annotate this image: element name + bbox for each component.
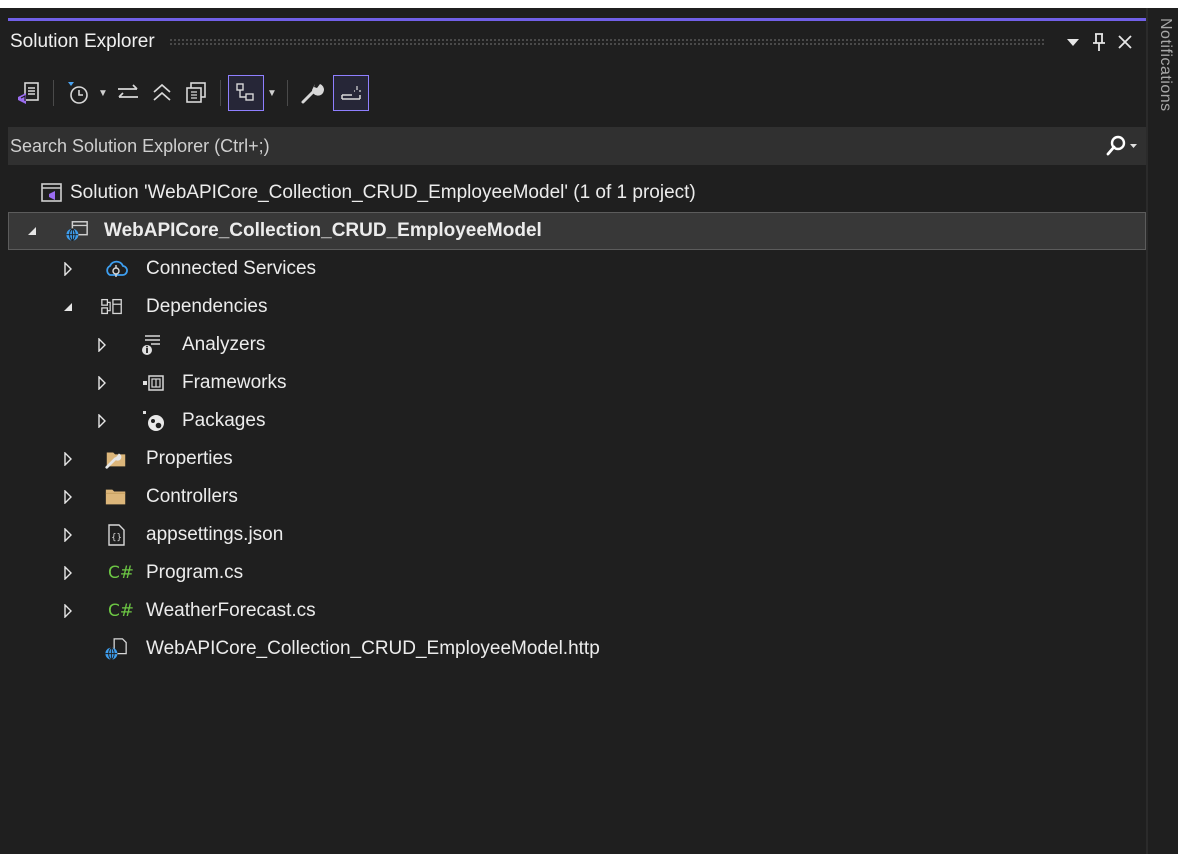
- tree-item-label: Frameworks: [182, 372, 287, 393]
- sync-with-active-document-icon[interactable]: [111, 75, 145, 111]
- tree-item-label: WebAPICore_Collection_CRUD_EmployeeModel…: [146, 638, 600, 659]
- collapsed-arrow-icon[interactable]: [61, 262, 75, 276]
- search-icon: [1106, 135, 1137, 156]
- tree-item-label: appsettings.json: [146, 524, 284, 545]
- panel-title: Solution Explorer: [10, 31, 155, 52]
- solution-tree: Solution 'WebAPICore_Collection_CRUD_Emp…: [8, 174, 1146, 668]
- csharp-file-icon: C#: [107, 563, 135, 583]
- tree-item-label: Analyzers: [182, 334, 266, 355]
- dependencies-icon: [100, 295, 124, 319]
- folder-icon: [104, 485, 128, 509]
- panel-toolbar: ▼ ▼: [8, 68, 1146, 118]
- search-input[interactable]: [8, 128, 1098, 164]
- tree-item-connected-services[interactable]: Connected Services: [8, 250, 1146, 288]
- tree-item-solution[interactable]: Solution 'WebAPICore_Collection_CRUD_Emp…: [8, 174, 1146, 212]
- tree-item-label: WeatherForecast.cs: [146, 600, 316, 621]
- json-file-icon: {}: [104, 523, 128, 547]
- toolbar-separator: [53, 80, 54, 106]
- expanded-arrow-icon[interactable]: [61, 300, 75, 314]
- panel-title-bar: Solution Explorer: [8, 21, 1146, 63]
- collapsed-arrow-icon[interactable]: [95, 338, 109, 352]
- collapsed-arrow-icon[interactable]: [61, 566, 75, 580]
- collapsed-arrow-icon[interactable]: [95, 376, 109, 390]
- chevron-down-icon[interactable]: ▼: [264, 88, 280, 99]
- close-icon[interactable]: [1112, 29, 1138, 55]
- title-drag-grip[interactable]: [168, 38, 1046, 46]
- tree-item-weatherforecast-cs[interactable]: C# WeatherForecast.cs: [8, 592, 1146, 630]
- tree-item-label: WebAPICore_Collection_CRUD_EmployeeModel: [104, 220, 542, 241]
- preview-selected-items-icon[interactable]: [228, 75, 264, 111]
- expanded-arrow-icon[interactable]: [25, 224, 39, 238]
- csharp-file-icon: C#: [107, 601, 135, 621]
- switch-views-icon[interactable]: [12, 75, 46, 111]
- toolbar-separator: [220, 80, 221, 106]
- search-options-button[interactable]: [1098, 127, 1146, 165]
- http-file-icon: [104, 637, 128, 661]
- tree-item-dependencies[interactable]: Dependencies: [8, 288, 1146, 326]
- tree-item-label: Solution 'WebAPICore_Collection_CRUD_Emp…: [70, 182, 696, 203]
- frameworks-icon: [142, 371, 166, 395]
- tree-item-label: Properties: [146, 448, 233, 469]
- collapsed-arrow-icon[interactable]: [61, 528, 75, 542]
- svg-text:{}: {}: [111, 533, 122, 543]
- tree-item-label: Program.cs: [146, 562, 244, 583]
- tree-item-label: Connected Services: [146, 258, 317, 279]
- packages-icon: [142, 409, 166, 433]
- tree-item-appsettings[interactable]: {} appsettings.json: [8, 516, 1146, 554]
- connected-services-icon: [104, 257, 128, 281]
- properties-wrench-icon[interactable]: [295, 75, 329, 111]
- tree-item-controllers[interactable]: Controllers: [8, 478, 1146, 516]
- collapsed-arrow-icon[interactable]: [61, 452, 75, 466]
- top-border: [0, 0, 1178, 8]
- tree-item-frameworks[interactable]: Frameworks: [8, 364, 1146, 402]
- analyzers-icon: [140, 333, 164, 357]
- toggle-preview-icon[interactable]: [333, 75, 369, 111]
- tree-item-program-cs[interactable]: C# Program.cs: [8, 554, 1146, 592]
- collapse-all-icon[interactable]: [145, 75, 179, 111]
- tree-item-label: Controllers: [146, 486, 238, 507]
- dropdown-arrow-icon[interactable]: [1060, 29, 1086, 55]
- tree-item-project[interactable]: WebAPICore_Collection_CRUD_EmployeeModel: [8, 212, 1146, 250]
- pin-icon[interactable]: [1086, 29, 1112, 55]
- tree-item-label: Packages: [182, 410, 266, 431]
- solution-icon: [40, 181, 64, 205]
- window-frame: Solution Explorer ▼ ▼ Search Solution Ex…: [0, 0, 1178, 854]
- tree-item-http-file[interactable]: WebAPICore_Collection_CRUD_EmployeeModel…: [8, 630, 1146, 668]
- search-bar: [8, 127, 1146, 165]
- collapsed-arrow-icon[interactable]: [95, 414, 109, 428]
- tree-item-properties[interactable]: Properties: [8, 440, 1146, 478]
- show-all-files-icon[interactable]: [179, 75, 213, 111]
- notifications-tab-label[interactable]: Notifications: [1156, 18, 1174, 112]
- collapsed-arrow-icon[interactable]: [61, 604, 75, 618]
- tree-item-analyzers[interactable]: Analyzers: [8, 326, 1146, 364]
- toolbar-separator: [287, 80, 288, 106]
- tree-item-packages[interactable]: Packages: [8, 402, 1146, 440]
- solution-explorer-panel: Solution Explorer ▼ ▼ Search Solution Ex…: [8, 8, 1146, 854]
- properties-folder-icon: [104, 447, 128, 471]
- web-project-icon: [65, 219, 89, 243]
- chevron-down-icon[interactable]: ▼: [95, 88, 111, 99]
- notifications-side-tab[interactable]: [1148, 8, 1178, 854]
- tree-item-label: Dependencies: [146, 296, 268, 317]
- pending-changes-filter-icon[interactable]: [61, 75, 95, 111]
- collapsed-arrow-icon[interactable]: [61, 490, 75, 504]
